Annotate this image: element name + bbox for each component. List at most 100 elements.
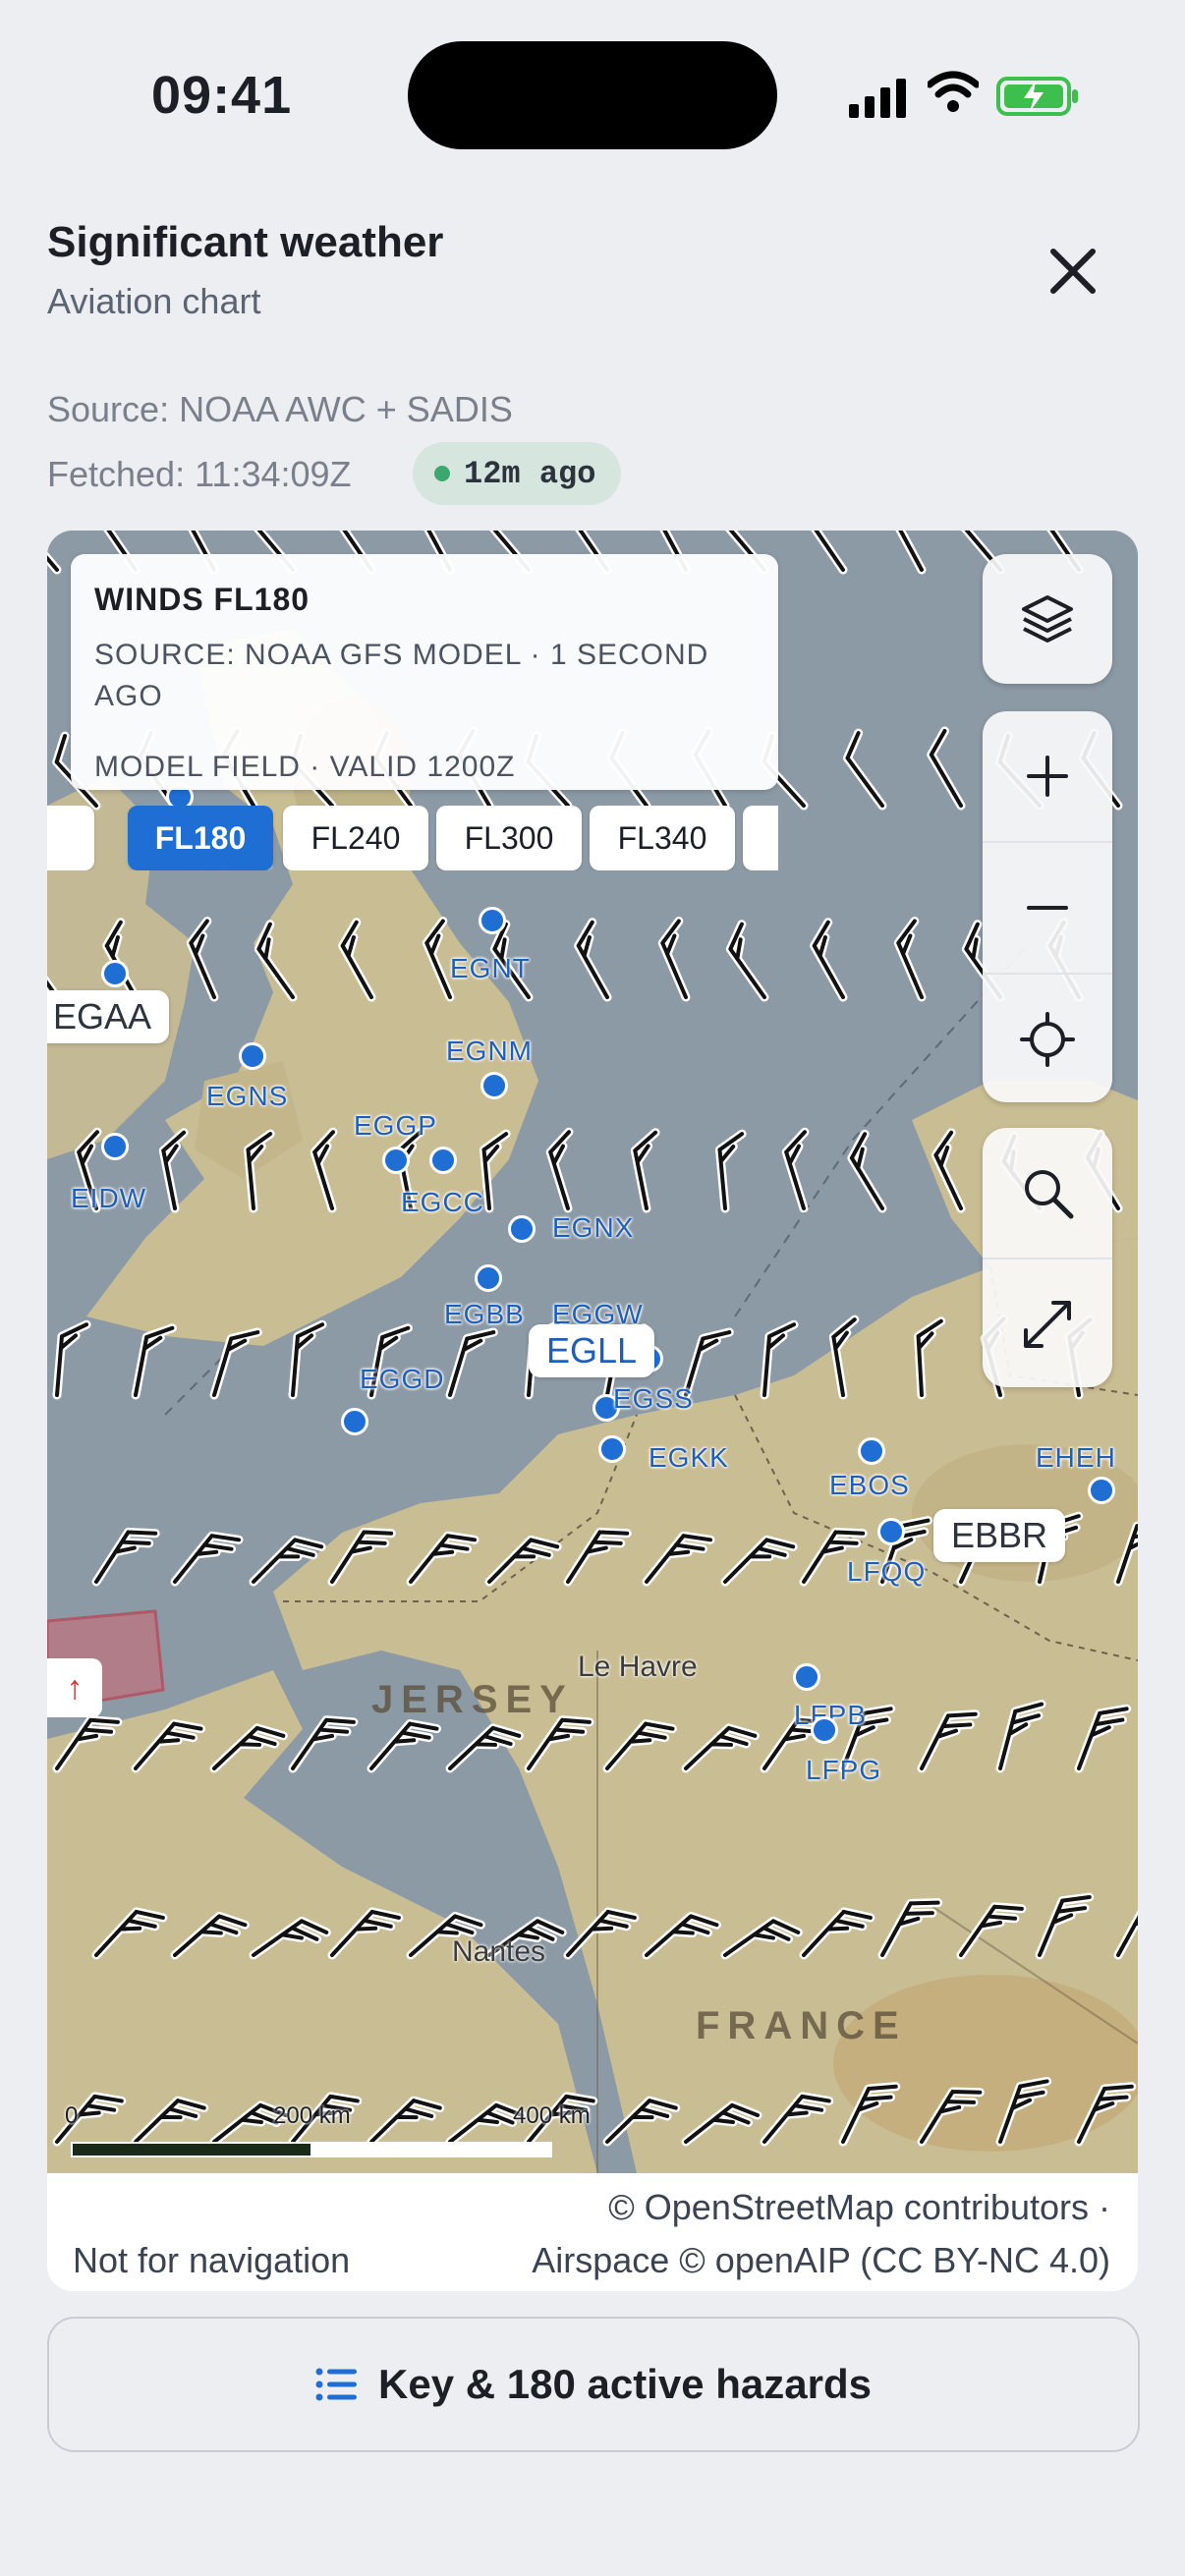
fl-chip-next[interactable]: F (743, 806, 778, 870)
wind-barb (1035, 1892, 1095, 1960)
airport-marker[interactable] (508, 1215, 536, 1243)
airport-marker[interactable] (598, 1435, 626, 1463)
page-subtitle: Aviation chart (47, 281, 261, 321)
wind-barb (630, 1128, 660, 1213)
layer-title: WINDS FL180 (94, 582, 310, 617)
zoom-out-icon (1027, 906, 1068, 910)
wind-barb (995, 1700, 1046, 1773)
airport-label: LFPG (806, 1755, 882, 1785)
airport-marker[interactable] (858, 1437, 885, 1465)
wind-barb (720, 1916, 803, 1960)
wind-barb (681, 2100, 762, 2147)
fullscreen-icon (1024, 1301, 1071, 1348)
wind-barb (563, 1907, 640, 1960)
close-button[interactable] (1036, 234, 1110, 308)
wind-barb (47, 920, 62, 1002)
zoom-out-button[interactable] (983, 841, 1112, 973)
airport-marker[interactable] (479, 907, 506, 934)
scale-max: 400 km (513, 2102, 591, 2129)
airport-label: EGNM (446, 1036, 533, 1066)
fl-chip-fl340[interactable]: FL340 (590, 806, 735, 870)
airport-label: EGGD (360, 1364, 445, 1394)
wind-barb (893, 917, 927, 1002)
airport-marker[interactable] (341, 1408, 368, 1435)
layers-icon (1022, 595, 1073, 643)
fl-chip-fl300[interactable]: FL300 (436, 806, 582, 870)
locate-button[interactable] (983, 973, 1112, 1104)
wind-barb (209, 1723, 288, 1773)
airport-label: EGNX (552, 1212, 635, 1243)
airport-marker[interactable] (1088, 1477, 1115, 1504)
wind-barb (288, 1319, 327, 1400)
wind-barb (249, 1535, 326, 1587)
wind-barb (1113, 1516, 1138, 1587)
airport-label: EGBB (444, 1299, 525, 1329)
airport-marker[interactable] (101, 1133, 129, 1160)
fl-chip-fl240[interactable]: FL240 (283, 806, 428, 870)
airport-pill-egll[interactable]: EGLL (529, 1324, 655, 1377)
page-title: Significant weather (47, 218, 444, 266)
dynamic-island (408, 41, 777, 149)
wifi-icon (928, 71, 979, 112)
city-le-havre: Le Havre (578, 1651, 698, 1683)
wind-barb (52, 1319, 91, 1400)
wind-barb (760, 2092, 834, 2147)
wind-barb (288, 1715, 359, 1773)
layer-validity: MODEL FIELD · VALID 1200Z (94, 751, 516, 783)
airport-marker[interactable] (101, 960, 129, 987)
wind-barb (810, 918, 848, 1002)
airport-pill-egaa[interactable]: EGAA (47, 990, 170, 1043)
wind-barb (602, 2096, 681, 2147)
status-dot (434, 466, 450, 481)
flight-level-selector: 20 FL180 FL240 FL300 FL340 F (47, 806, 778, 870)
map-view[interactable]: EGPKEGNTEGNMEGNSEIDWEGGPEGCCEGNXEGBBEGGW… (47, 531, 1138, 2173)
airport-pill-ebbr[interactable]: EBBR (933, 1509, 1066, 1562)
wind-barb (445, 1327, 498, 1400)
key-hazards-button[interactable]: Key & 180 active hazards (47, 2317, 1140, 2452)
wind-barb (838, 2082, 901, 2147)
hazard-marker[interactable]: ↑ (47, 1658, 102, 1717)
airport-label: EGKK (649, 1442, 729, 1473)
airport-marker[interactable] (793, 1663, 820, 1691)
wind-barb (545, 1127, 574, 1213)
map-scale: 0 200 km 400 km (57, 2102, 607, 2161)
wind-barb (995, 2076, 1052, 2147)
airport-marker[interactable] (475, 1264, 502, 1292)
fl-chip-prev[interactable]: 20 (47, 806, 94, 870)
wind-barb (91, 1907, 168, 1960)
layers-button[interactable] (983, 554, 1112, 684)
wind-barb (254, 920, 298, 1002)
key-hazards-label: Key & 180 active hazards (378, 2361, 872, 2407)
wind-barb (642, 1911, 721, 1960)
wind-barb (760, 1319, 799, 1400)
wind-barb (310, 1127, 338, 1213)
airport-label: EGNS (206, 1081, 289, 1111)
search-button[interactable] (983, 1128, 1112, 1258)
wind-barb (574, 918, 612, 1002)
wind-barb (931, 1128, 966, 1213)
list-icon (315, 2368, 358, 2401)
airport-marker[interactable] (239, 1042, 266, 1070)
wind-barb (52, 1715, 123, 1773)
airport-marker[interactable] (811, 1716, 838, 1744)
wind-barb (158, 1128, 189, 1213)
airport-marker[interactable] (877, 1518, 905, 1545)
zoom-in-button[interactable] (983, 711, 1112, 841)
fullscreen-button[interactable] (983, 1258, 1112, 1389)
status-time: 09:41 (151, 66, 293, 125)
wind-barb (917, 1709, 981, 1773)
airport-marker[interactable] (480, 1072, 508, 1099)
wind-barb (367, 1719, 441, 1773)
wind-barb (725, 920, 769, 1002)
wind-barb (131, 1323, 177, 1400)
airport-marker[interactable] (429, 1147, 457, 1174)
scale-zero: 0 (65, 2102, 79, 2129)
wind-barb (805, 531, 848, 575)
fl-chip-fl180[interactable]: FL180 (128, 806, 273, 870)
wind-barb (249, 1916, 331, 1960)
zoom-in-icon (1027, 756, 1068, 797)
layer-info-panel: WINDS FL180 SOURCE: NOAA GFS MODEL · 1 S… (71, 554, 778, 790)
airport-marker[interactable] (382, 1147, 410, 1174)
wind-barb (889, 531, 927, 575)
wind-barb (657, 917, 691, 1002)
